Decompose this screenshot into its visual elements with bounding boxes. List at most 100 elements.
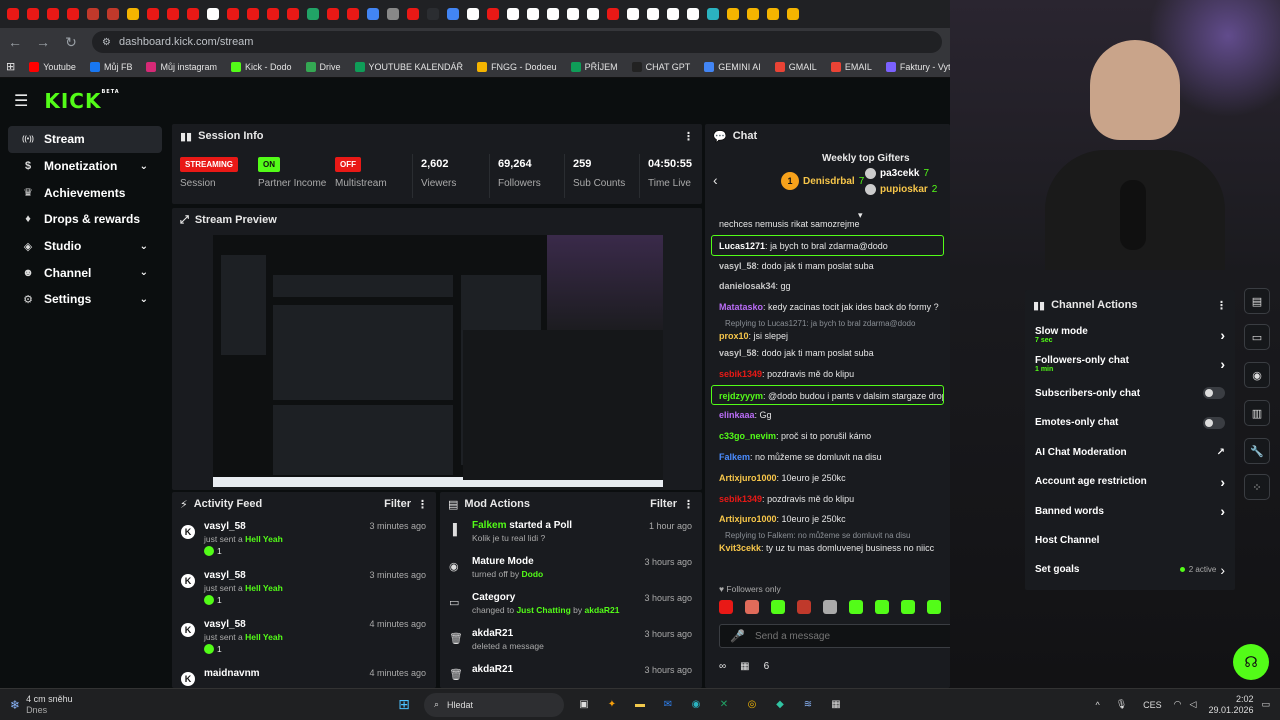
- browser-tab[interactable]: [384, 4, 402, 24]
- bookmark[interactable]: CHAT GPT: [631, 61, 690, 72]
- windows-start-icon[interactable]: ⊞: [394, 695, 414, 715]
- browser-tab[interactable]: [624, 4, 642, 24]
- activity-item[interactable]: Kvasyl_58 3 minutes ago just sent a Hell Y…: [172, 516, 436, 565]
- browser-tab[interactable]: [524, 4, 542, 24]
- mod-action-item[interactable]: ▭ Category 3 hours ago changed to Just Chat…: [440, 588, 702, 624]
- microphone-icon[interactable]: 🎤: [730, 629, 745, 643]
- chat-username[interactable]: Falkem: [719, 452, 750, 462]
- forward-icon[interactable]: →: [36, 34, 50, 50]
- taskbar-search[interactable]: ⌕ Hledat: [424, 692, 564, 717]
- stack-icon[interactable]: ▥: [1244, 400, 1270, 426]
- chat-input-box[interactable]: 🎤 ☻: [719, 624, 950, 648]
- gifter-entry[interactable]: 3 pupioskar2: [865, 184, 937, 195]
- browser-tab[interactable]: [124, 4, 142, 24]
- bookmark[interactable]: Faktury - Vytváření: [885, 61, 950, 72]
- bookmark[interactable]: Můj FB: [89, 61, 132, 72]
- sidebar-item-settings[interactable]: ⚙ Settings ⌄: [8, 286, 162, 313]
- dice-icon[interactable]: ⁘: [1244, 474, 1270, 500]
- outlook-icon[interactable]: ✉: [658, 695, 678, 715]
- browser-tab[interactable]: [364, 4, 382, 24]
- chat-message[interactable]: Artixjuro1000: 10euro je 250kc: [705, 468, 950, 489]
- emote-icon[interactable]: [745, 600, 759, 614]
- back-icon[interactable]: ←: [8, 34, 22, 50]
- volume-icon[interactable]: ◁: [1190, 699, 1197, 710]
- channel-action-set-goals[interactable]: Set goals 2 active ›: [1025, 555, 1235, 584]
- browser-tab[interactable]: [104, 4, 122, 24]
- browser-tab[interactable]: [344, 4, 362, 24]
- chat-username[interactable]: elinkaaa: [719, 410, 755, 420]
- browser-tab[interactable]: [244, 4, 262, 24]
- chat-message[interactable]: nechces nemusis rikat samozrejme: [705, 214, 950, 235]
- comment-icon[interactable]: ▭: [1244, 324, 1270, 350]
- more-icon[interactable]: ⋮: [1216, 299, 1227, 312]
- mod-action-item[interactable]: ◉ Mature Mode 3 hours ago turned off by Dod…: [440, 552, 702, 588]
- more-icon[interactable]: ⋮: [683, 498, 694, 511]
- browser-tab[interactable]: [484, 4, 502, 24]
- bookmark[interactable]: GMAIL: [774, 61, 817, 72]
- browser-tab[interactable]: [184, 4, 202, 24]
- chat-message[interactable]: vasyl_58: dodo jak ti mam poslat suba: [705, 256, 950, 277]
- language-indicator[interactable]: CES: [1143, 700, 1162, 710]
- browser-tab[interactable]: [144, 4, 162, 24]
- chat-username[interactable]: c33go_nevim: [719, 431, 776, 441]
- browser-tab[interactable]: [164, 4, 182, 24]
- sidebar-item-monetization[interactable]: $ Monetization ⌄: [8, 153, 162, 180]
- gifter-entry[interactable]: 1 Denisdrbal 7: [781, 172, 864, 190]
- sidebar-item-studio[interactable]: ◈ Studio ⌄: [8, 233, 162, 260]
- kick-logo[interactable]: KICKBETA: [44, 89, 119, 113]
- support-widget-icon[interactable]: ☊: [1233, 644, 1269, 680]
- chat-message[interactable]: danielosak34: gg: [705, 276, 950, 297]
- chat-username[interactable]: vasyl_58: [719, 348, 757, 358]
- address-bar[interactable]: ⚙ dashboard.kick.com/stream: [92, 31, 942, 53]
- sidebar-item-channel[interactable]: ☻ Channel ⌄: [8, 259, 162, 286]
- tray-chevron-icon[interactable]: ^: [1095, 700, 1099, 710]
- browser-tab[interactable]: [684, 4, 702, 24]
- toggle-switch[interactable]: [1203, 387, 1225, 400]
- chat-username[interactable]: prox10: [719, 331, 749, 341]
- clock[interactable]: 2:02 29.01.2026: [1208, 694, 1253, 716]
- chat-message[interactable]: c33go_nevim: proč si to porušil kámo: [705, 426, 950, 447]
- browser-tab[interactable]: [464, 4, 482, 24]
- browser-tab[interactable]: [724, 4, 742, 24]
- chat-message[interactable]: vasyl_58: dodo jak ti mam poslat suba: [705, 343, 950, 364]
- site-info-icon[interactable]: ⚙: [102, 37, 111, 48]
- browser-tab[interactable]: [44, 4, 62, 24]
- chat-message[interactable]: Falkem: no můžeme se domluvit na disu: [705, 447, 950, 468]
- chat-username[interactable]: Artixjuro1000: [719, 514, 777, 524]
- stream-preview-video[interactable]: [213, 235, 663, 487]
- browser-tab[interactable]: [424, 4, 442, 24]
- chat-username[interactable]: Kvit3cekk: [719, 543, 761, 553]
- sidebar-item-drops-rewards[interactable]: ♦ Drops & rewards: [8, 206, 162, 233]
- bookmark[interactable]: Youtube: [29, 61, 76, 72]
- reload-icon[interactable]: ↻: [64, 34, 78, 51]
- chat-username[interactable]: Lucas1271: [719, 241, 765, 251]
- chat-message[interactable]: Lucas1271: ja bych to bral zdarma@dodo: [711, 234, 944, 256]
- browser-tab[interactable]: [444, 4, 462, 24]
- menu-icon[interactable]: ☰: [14, 91, 28, 111]
- browser-tab[interactable]: [784, 4, 802, 24]
- chat-username[interactable]: vasyl_58: [719, 261, 757, 271]
- browser-tab[interactable]: [504, 4, 522, 24]
- mod-action-item[interactable]: ▐ Falkem started a Poll 1 hour ago Kolik je…: [440, 516, 702, 552]
- wifi-icon[interactable]: ◠: [1174, 699, 1182, 710]
- chat-username[interactable]: rejdzyyym: [719, 391, 763, 401]
- chrome-icon[interactable]: ◎: [742, 695, 762, 715]
- channel-action-host-channel[interactable]: Host Channel: [1025, 526, 1235, 555]
- browser-tab[interactable]: [204, 4, 222, 24]
- chat-username[interactable]: Matatasko: [719, 302, 763, 312]
- browser-tab[interactable]: [704, 4, 722, 24]
- excel-icon[interactable]: ✕: [714, 695, 734, 715]
- browser-tab[interactable]: [4, 4, 22, 24]
- browser-tab[interactable]: [584, 4, 602, 24]
- browser-tab[interactable]: [644, 4, 662, 24]
- activity-item[interactable]: Kmaidnavnm 4 minutes ago: [172, 663, 436, 688]
- browser-tab[interactable]: [264, 4, 282, 24]
- browser-tab[interactable]: [744, 4, 762, 24]
- activity-item[interactable]: Kvasyl_58 4 minutes ago just sent a Hell Y…: [172, 614, 436, 663]
- chat-message[interactable]: Artixjuro1000: 10euro je 250kc: [705, 509, 950, 530]
- copilot-icon[interactable]: ✦: [602, 695, 622, 715]
- channel-action-ai-chat-moderation[interactable]: AI Chat Moderation ↗: [1025, 438, 1235, 467]
- calculator-icon[interactable]: ▦: [826, 695, 846, 715]
- clipboard-icon[interactable]: ▤: [1244, 288, 1270, 314]
- browser-tab[interactable]: [404, 4, 422, 24]
